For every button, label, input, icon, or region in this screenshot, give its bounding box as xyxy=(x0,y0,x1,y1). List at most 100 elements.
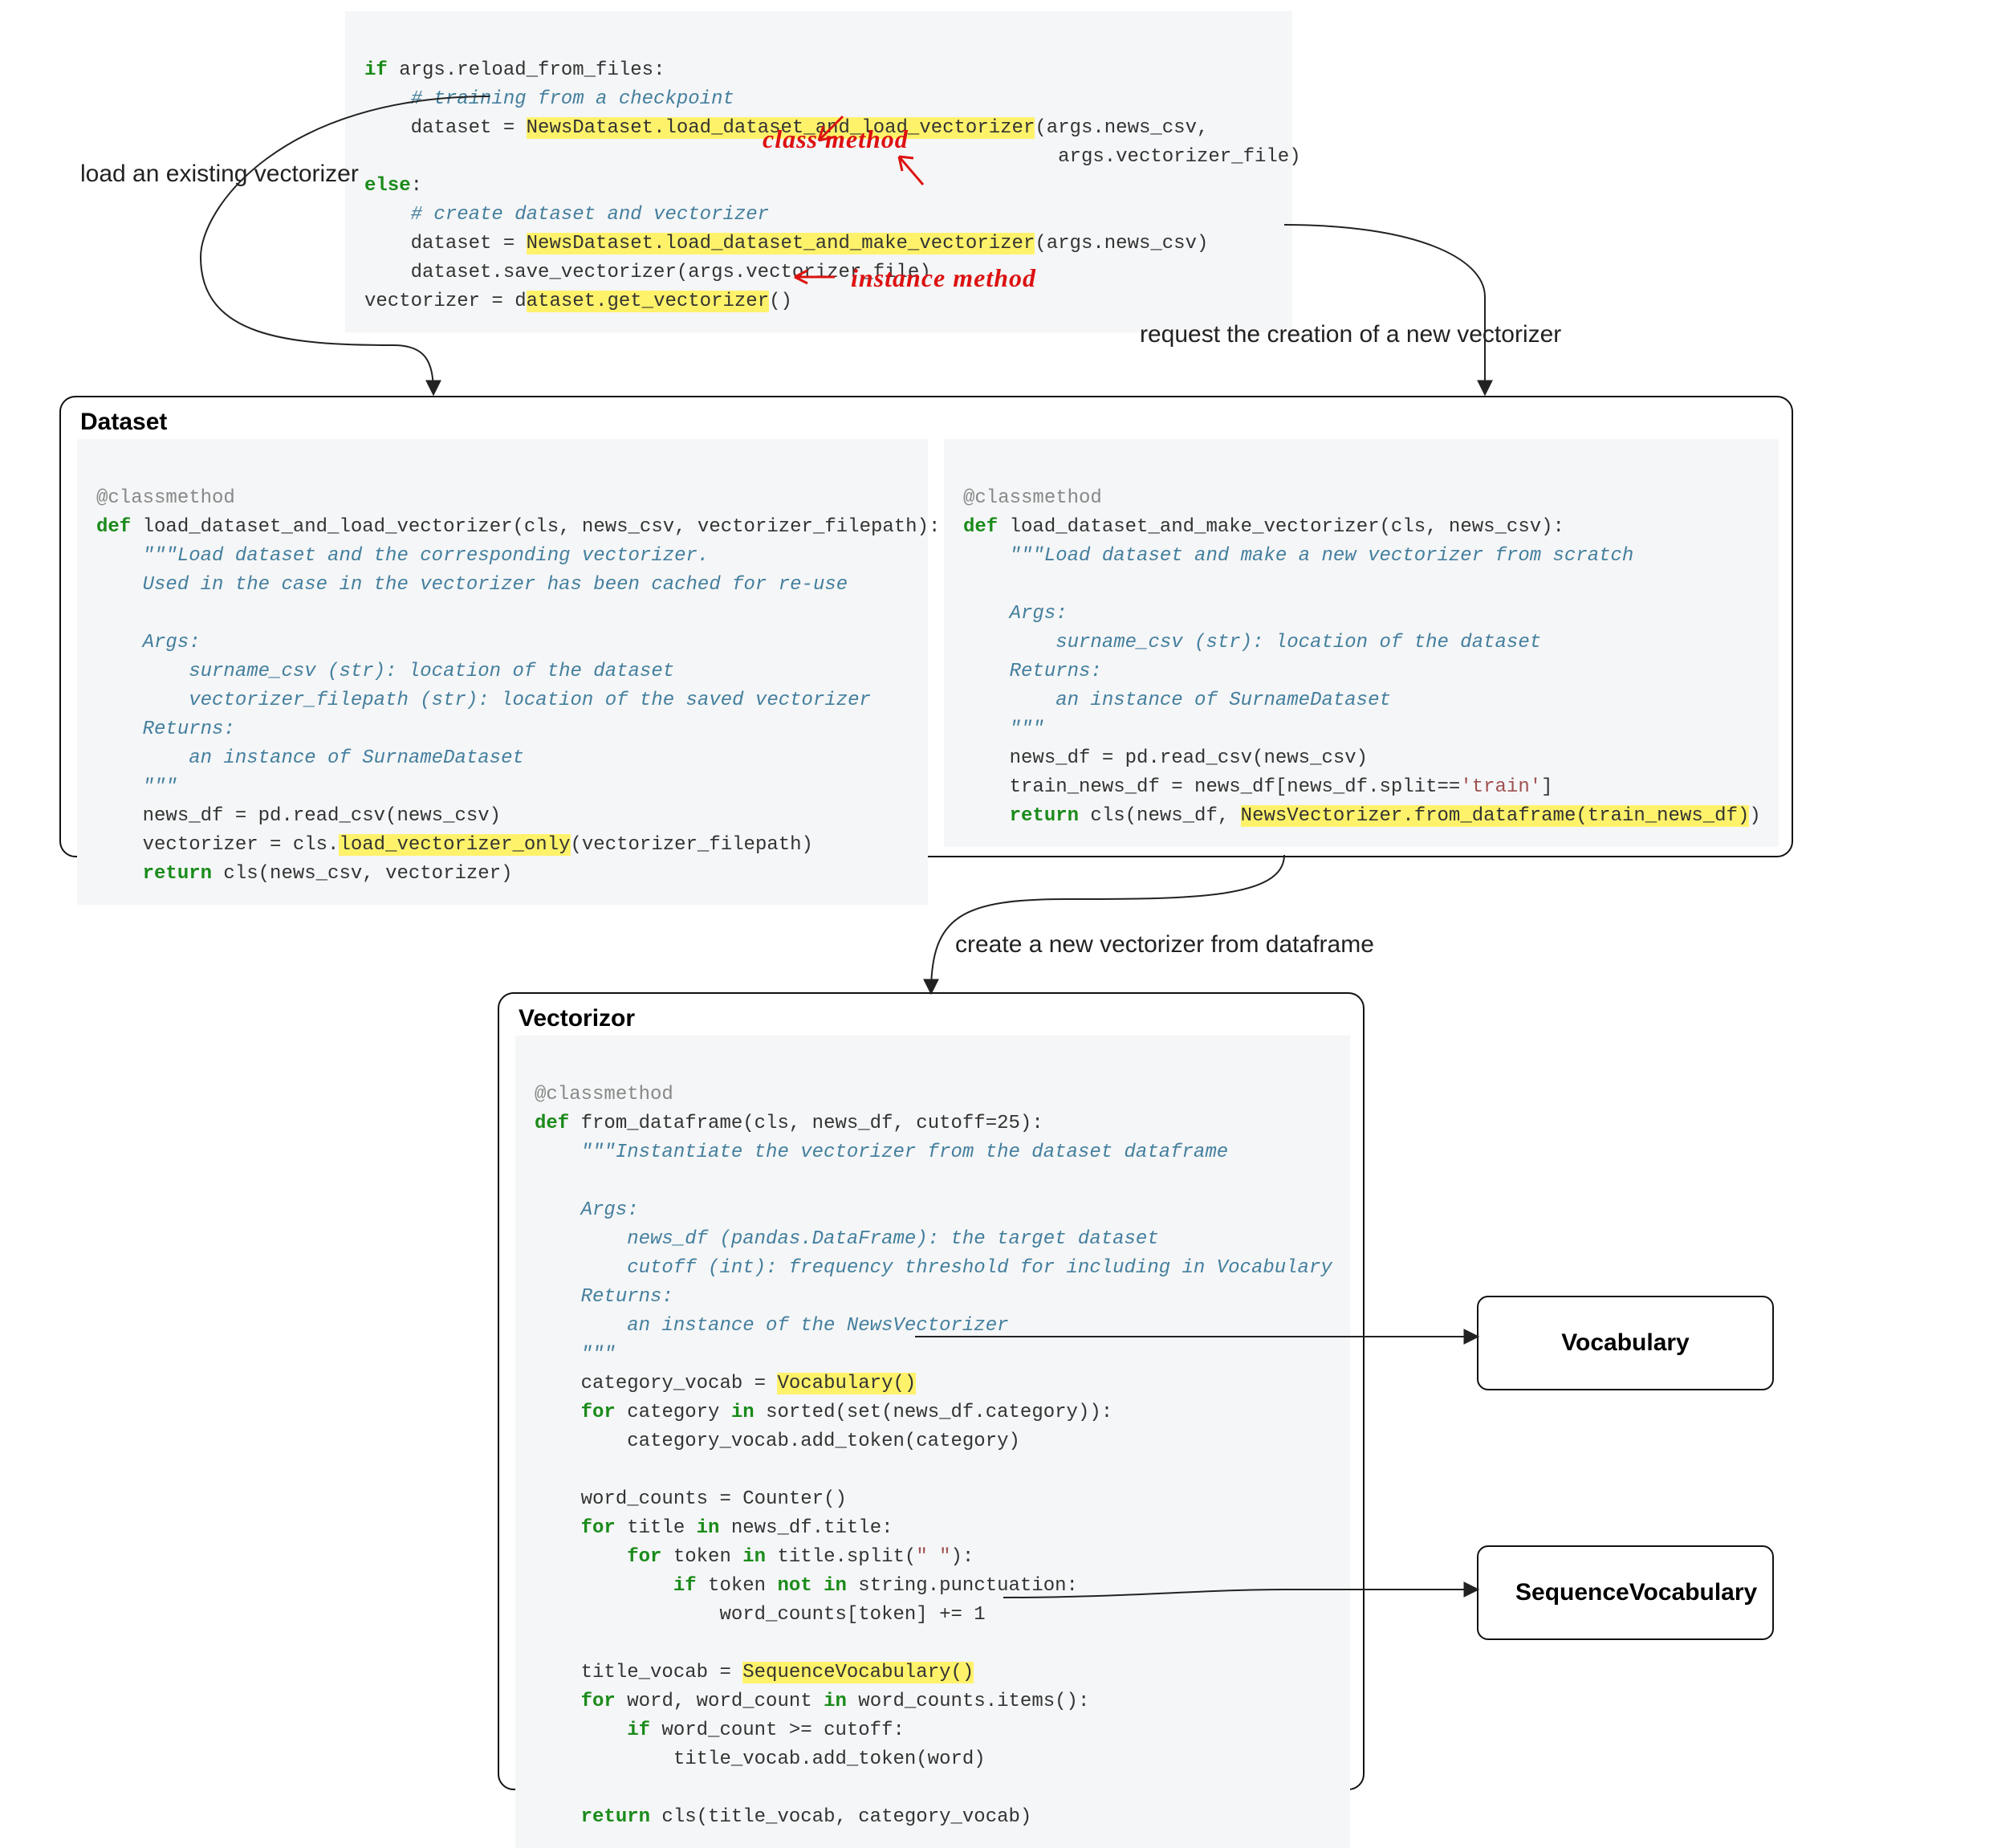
docstring: Args: xyxy=(535,1199,639,1221)
txt: category_vocab = xyxy=(535,1373,777,1394)
docstring: """Load dataset and the corresponding ve… xyxy=(96,545,709,567)
txt: load_dataset_and_make_vectorizer(cls, ne… xyxy=(998,516,1564,538)
kw-if: if xyxy=(364,59,388,81)
txt: word_counts[token] += xyxy=(535,1604,974,1626)
highlight-load-vectorizer-only: load_vectorizer_only xyxy=(339,834,570,856)
kw-def: def xyxy=(963,516,998,538)
txt: title_vocab = xyxy=(535,1662,742,1683)
txt: word, word_count xyxy=(616,1691,824,1712)
kw-in: in xyxy=(824,1691,847,1712)
num: 25 xyxy=(997,1113,1020,1134)
kw-def: def xyxy=(96,516,131,538)
txt: word_counts.items(): xyxy=(847,1691,1089,1712)
kw-for: for xyxy=(535,1402,616,1423)
txt: dataset = xyxy=(364,233,527,254)
docstring: an instance of SurnameDataset xyxy=(96,747,524,769)
comment: # create dataset and vectorizer xyxy=(364,204,769,226)
decorator: @classmethod xyxy=(535,1084,673,1105)
docstring: Used in the case in the vectorizer has b… xyxy=(96,574,848,596)
docstring: """ xyxy=(96,776,177,798)
kw-in: in xyxy=(731,1402,754,1423)
docstring: surname_csv (str): location of the datas… xyxy=(96,661,674,682)
label-create-from-df: create a new vectorizer from dataframe xyxy=(955,931,1374,959)
txt: title_vocab.add_token(word) xyxy=(535,1748,986,1770)
annotation-instance-method: instance method xyxy=(851,263,1036,293)
kw-not-in: not in xyxy=(777,1575,846,1597)
txt: word_count >= cutoff: xyxy=(650,1720,905,1741)
kw-return: return xyxy=(535,1806,650,1828)
docstring: Returns: xyxy=(535,1286,673,1308)
txt: ): xyxy=(951,1546,974,1568)
txt: string.punctuation: xyxy=(847,1575,1078,1597)
txt: news_df = pd.read_csv(news_csv) xyxy=(96,805,501,827)
arrow-create-from-df xyxy=(931,855,1284,992)
decorator: @classmethod xyxy=(963,487,1102,509)
highlight-get-vectorizer: ataset.get_vectorizer xyxy=(527,291,769,312)
box-vocabulary: Vocabulary xyxy=(1477,1296,1774,1390)
string: " " xyxy=(916,1546,950,1568)
kw-if: if xyxy=(535,1720,650,1741)
box-sequence-vocabulary: SequenceVocabulary xyxy=(1477,1545,1774,1640)
docstring: Args: xyxy=(96,632,201,653)
kw-return: return xyxy=(963,805,1079,827)
docstring: vectorizer_filepath (str): location of t… xyxy=(96,690,871,711)
panel-vectorizer: Vectorizor @classmethod def from_datafra… xyxy=(498,992,1365,1790)
kw-for: for xyxy=(535,1546,661,1568)
vectorizer-code: @classmethod def from_dataframe(cls, new… xyxy=(515,1036,1350,1848)
label-request-new: request the creation of a new vectorizer xyxy=(1140,321,1561,348)
docstring: cutoff (int): frequency threshold for in… xyxy=(535,1257,1332,1279)
docstring: an instance of SurnameDataset xyxy=(963,690,1391,711)
txt: dataset = xyxy=(364,117,527,139)
docstring: Args: xyxy=(963,603,1068,625)
docstring: news_df (pandas.DataFrame): the target d… xyxy=(535,1228,1159,1250)
panel-dataset-title: Dataset xyxy=(61,397,1792,441)
highlight-sequence-vocabulary: SequenceVocabulary() xyxy=(742,1662,974,1683)
txt: vectorizer = d xyxy=(364,291,527,312)
txt: news_df = pd.read_csv(news_csv) xyxy=(963,747,1368,769)
kw-else: else xyxy=(364,175,411,197)
txt: ] xyxy=(1541,776,1552,798)
txt: cls(title_vocab, category_vocab) xyxy=(650,1806,1031,1828)
txt: args.reload_from_files: xyxy=(388,59,665,81)
txt: (args.news_csv, xyxy=(1035,117,1208,139)
num: 1 xyxy=(974,1604,985,1626)
comment: # training from a checkpoint xyxy=(364,88,734,110)
arrow-request-new xyxy=(1284,225,1485,393)
txt: token xyxy=(697,1575,778,1597)
txt: category xyxy=(616,1402,731,1423)
docstring: """ xyxy=(535,1344,616,1366)
txt: token xyxy=(661,1546,742,1568)
docstring: """ xyxy=(963,718,1044,740)
txt: load_dataset_and_load_vectorizer(cls, ne… xyxy=(131,516,940,538)
txt: dataset.save_vectorizer(args.vectorizer_… xyxy=(364,262,931,283)
panel-vectorizer-title: Vectorizor xyxy=(499,994,1363,1037)
kw-return: return xyxy=(96,863,212,885)
txt: title xyxy=(616,1517,697,1539)
txt: () xyxy=(769,291,792,312)
txt: category_vocab.add_token(category) xyxy=(535,1431,1020,1452)
highlight-load-and-make: NewsDataset.load_dataset_and_make_vector… xyxy=(527,233,1035,254)
txt: from_dataframe(cls, news_df, cutoff= xyxy=(569,1113,997,1134)
txt: title.split( xyxy=(766,1546,916,1568)
label-load-existing: load an existing vectorizer xyxy=(80,161,359,188)
annotation-class-method: class method xyxy=(763,124,909,154)
txt: train_news_df = news_df[news_df.split== xyxy=(963,776,1460,798)
kw-if: if xyxy=(535,1575,697,1597)
highlight-newsvectorizer-from-df: NewsVectorizer.from_dataframe(train_news… xyxy=(1241,805,1750,827)
txt: (args.news_csv) xyxy=(1035,233,1208,254)
dataset-right-code: @classmethod def load_dataset_and_make_v… xyxy=(944,439,1779,847)
decorator: @classmethod xyxy=(96,487,235,509)
docstring: """Instantiate the vectorizer from the d… xyxy=(535,1142,1228,1163)
txt: ) xyxy=(1749,805,1760,827)
kw-def: def xyxy=(535,1113,569,1134)
txt: news_df.title: xyxy=(719,1517,893,1539)
kw-for: for xyxy=(535,1517,616,1539)
docstring: Returns: xyxy=(963,661,1102,682)
top-code-block: if args.reload_from_files: # training fr… xyxy=(345,11,1292,332)
txt: (vectorizer_filepath) xyxy=(571,834,813,856)
dataset-left-code: @classmethod def load_dataset_and_load_v… xyxy=(77,439,928,905)
txt: vectorizer = cls. xyxy=(96,834,339,856)
docstring: an instance of the NewsVectorizer xyxy=(535,1315,1009,1337)
highlight-vocabulary: Vocabulary() xyxy=(777,1373,916,1394)
docstring: surname_csv (str): location of the datas… xyxy=(963,632,1541,653)
